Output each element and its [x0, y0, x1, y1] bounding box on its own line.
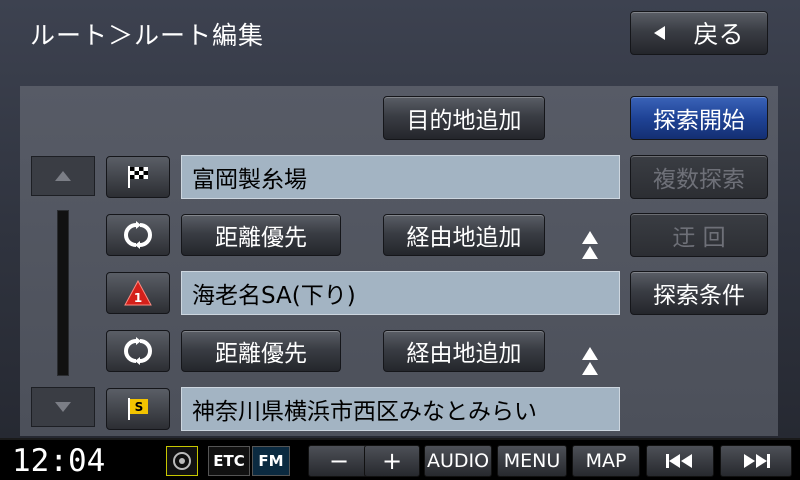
scroll-down-button[interactable] — [31, 387, 95, 427]
start-point-icon-button[interactable] — [106, 156, 170, 198]
waypoint1-icon-button[interactable]: 1 — [106, 272, 170, 314]
volume-down-button[interactable]: − — [308, 445, 370, 477]
waypoint1-field[interactable]: 海老名SA(下り) — [181, 271, 620, 315]
page-title: ルート＞ルート編集 — [30, 21, 265, 50]
scrollbar[interactable] — [57, 210, 69, 376]
add-destination-button[interactable]: 目的地追加 — [383, 96, 545, 140]
leg2-route-type-button[interactable] — [106, 330, 170, 372]
search-conditions-button[interactable]: 探索条件 — [630, 271, 768, 315]
next-track-icon — [744, 454, 770, 468]
fm-indicator: FM — [252, 446, 290, 476]
back-button-label: 戻る — [693, 20, 744, 49]
flag-letter: S — [135, 400, 144, 414]
leg2-priority-button[interactable]: 距離優先 — [181, 330, 341, 372]
status-bar: 12:04 ETC FM − + AUDIO MENU MAP — [0, 438, 800, 480]
waypoint-1-icon: 1 — [124, 280, 152, 306]
etc-indicator: ETC — [208, 446, 250, 476]
down-arrow-icon — [55, 402, 71, 412]
start-search-button[interactable]: 探索開始 — [630, 96, 768, 140]
checkered-flag-icon — [128, 166, 148, 188]
volume-up-button[interactable]: + — [364, 445, 420, 477]
multi-search-button[interactable]: 複数探索 — [630, 155, 768, 199]
leg1-add-waypoint-button[interactable]: 経由地追加 — [383, 214, 545, 256]
route-edit-screen: ルート＞ルート編集 戻る 目的地追加 探索開始 複数探索 迂 回 探索条件 富岡… — [0, 0, 800, 438]
previous-track-icon — [666, 454, 692, 468]
menu-button[interactable]: MENU — [497, 445, 567, 477]
audio-button[interactable]: AUDIO — [424, 445, 492, 477]
start-point-field[interactable]: 富岡製糸場 — [181, 155, 620, 199]
back-arrow-icon — [654, 26, 666, 40]
disc-icon — [166, 446, 198, 476]
up-arrow-icon — [55, 171, 71, 181]
route-reroute-icon — [124, 337, 152, 365]
leg1-priority-button[interactable]: 距離優先 — [181, 214, 341, 256]
destination-field[interactable]: 神奈川県横浜市西区みなとみらい — [181, 387, 620, 431]
swap-order-icon[interactable] — [580, 225, 600, 265]
leg1-route-type-button[interactable] — [106, 214, 170, 256]
leg2-add-waypoint-button[interactable]: 経由地追加 — [383, 330, 545, 372]
destination-icon-button[interactable]: S — [106, 388, 170, 430]
scroll-up-button[interactable] — [31, 156, 95, 196]
s-flag-icon: S — [128, 398, 148, 420]
clock: 12:04 — [12, 443, 106, 479]
detour-button[interactable]: 迂 回 — [630, 213, 768, 257]
back-button[interactable]: 戻る — [630, 11, 768, 55]
route-reroute-icon — [124, 221, 152, 249]
next-track-button[interactable] — [720, 445, 792, 477]
map-button[interactable]: MAP — [572, 445, 640, 477]
waypoint-number: 1 — [134, 291, 142, 305]
swap-order-icon[interactable] — [580, 341, 600, 381]
previous-track-button[interactable] — [646, 445, 714, 477]
